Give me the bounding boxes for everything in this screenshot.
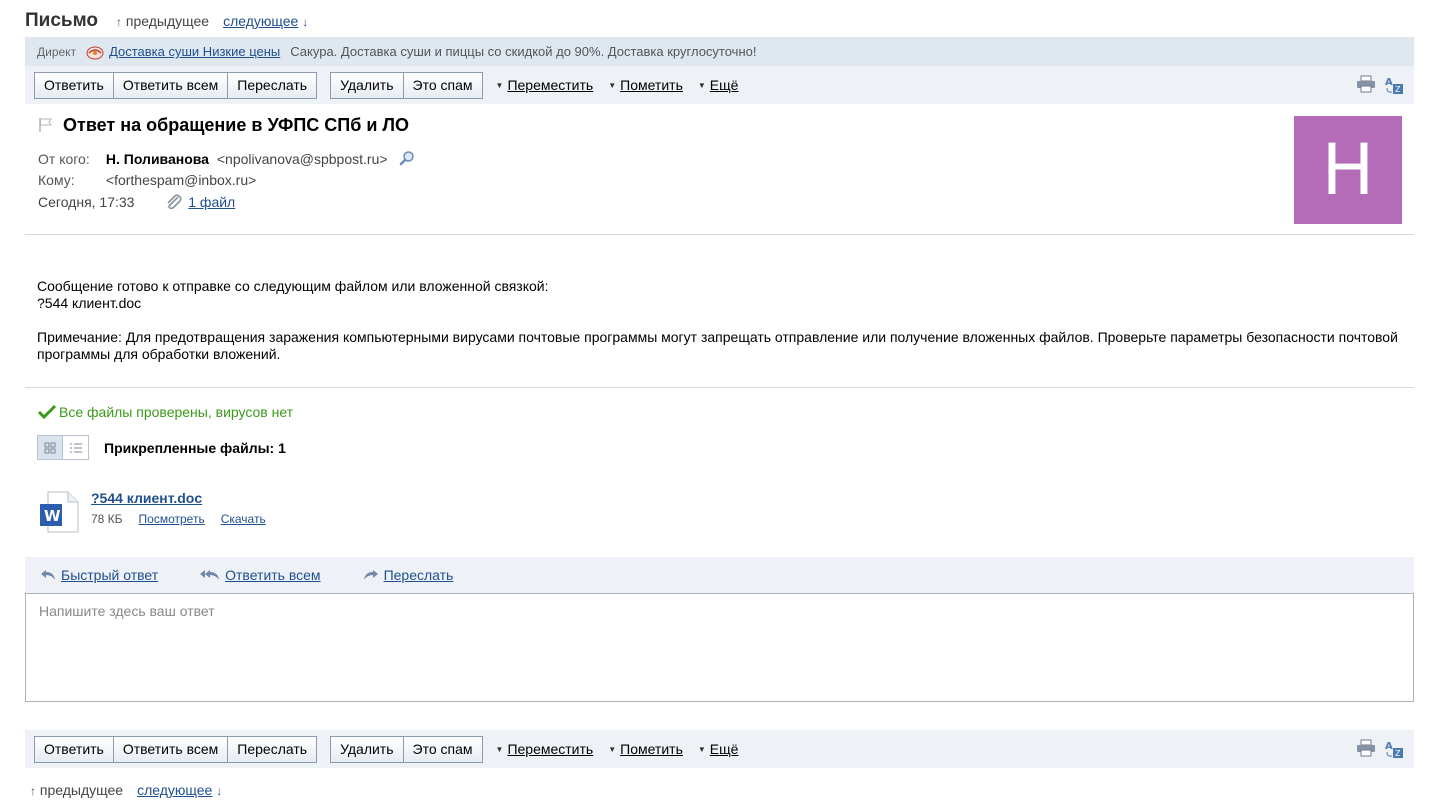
svg-text:Z: Z [1395,749,1401,758]
checkmark-icon [38,404,56,420]
next-message-link[interactable]: следующее ↓ [223,13,308,29]
attachment-view-link[interactable]: Посмотреть [139,512,205,526]
more-dropdown[interactable]: ▼ Ещё [698,741,739,757]
divider [25,387,1414,388]
sender-avatar: Н [1294,116,1402,224]
arrow-down-icon: ↓ [302,15,309,29]
search-icon[interactable] [399,150,415,166]
to-label: Кому: [38,172,75,188]
quick-reply-bar: Быстрый ответ Ответить всем Переслать [25,557,1414,593]
list-view-button[interactable] [63,435,89,460]
to-row: Кому: <forthespam@inbox.ru> [38,172,256,188]
ad-link[interactable]: Доставка суши Низкие цены [109,44,280,59]
sushi-icon [86,46,104,59]
more-dropdown[interactable]: ▼ Ещё [698,77,739,93]
dropdown-triangle-icon: ▼ [697,744,706,754]
attached-files-title: Прикрепленные файлы: 1 [104,440,286,456]
sender-email[interactable]: <npolivanova@spbpost.ru> [217,151,388,167]
dropdown-triangle-icon: ▼ [697,80,706,90]
forward-button[interactable]: Переслать [228,735,318,763]
date-row: Сегодня, 17:33 1 файл [38,194,235,210]
quick-reply-all-link[interactable]: Ответить всем [200,567,321,583]
move-dropdown[interactable]: ▼ Переместить [496,741,594,757]
translate-icon[interactable]: AZ [1384,75,1404,95]
prev-message-link[interactable]: ↑ предыдущее [30,782,123,798]
forward-button[interactable]: Переслать [228,71,318,99]
from-label: От кого: [38,151,90,167]
reply-all-arrow-icon [200,570,220,580]
reply-textarea[interactable] [25,593,1414,702]
reply-button-group: Ответить Ответить всем Переслать [34,735,318,763]
prev-message-link[interactable]: ↑ предыдущее [116,13,209,29]
delete-button[interactable]: Удалить [330,71,404,99]
mark-dropdown[interactable]: ▼ Пометить [608,741,683,757]
reply-button[interactable]: Ответить [34,71,114,99]
attachment-item: W ?544 клиент.doc 78 КБ Посмотреть Скача… [38,490,266,534]
dropdown-triangle-icon: ▼ [495,80,504,90]
mark-dropdown[interactable]: ▼ Пометить [608,77,683,93]
direct-ad-bar: Директ Доставка суши Низкие цены Сакура.… [25,37,1414,66]
grid-view-button[interactable] [37,435,63,460]
body-line: Сообщение готово к отправке со следующим… [37,278,549,294]
quick-forward-link[interactable]: Переслать [363,567,453,583]
message-body: Сообщение готово к отправке со следующим… [37,278,1407,380]
spam-button[interactable]: Это спам [403,735,483,763]
arrow-up-icon: ↑ [116,15,122,29]
reply-all-button[interactable]: Ответить всем [113,735,229,763]
svg-text:A: A [1385,77,1393,88]
message-date: Сегодня, 17:33 [38,194,135,210]
ad-text: Сакура. Доставка суши и пиццы со скидкой… [290,44,757,59]
reply-button[interactable]: Ответить [34,735,114,763]
attachment-download-link[interactable]: Скачать [221,512,266,526]
list-icon [69,443,82,452]
attachments-jump-link[interactable]: 1 файл [164,194,235,210]
print-icon[interactable] [1356,739,1376,757]
dropdown-triangle-icon: ▼ [608,80,617,90]
attachment-size: 78 КБ [91,512,123,526]
quick-reply-link[interactable]: Быстрый ответ [40,567,158,583]
next-message-link[interactable]: следующее ↓ [137,782,222,798]
svg-text:A: A [1385,741,1393,752]
from-row: От кого: Н. Поливанова <npolivanova@spbp… [38,150,415,167]
top-toolbar: Ответить Ответить всем Переслать Удалить… [25,66,1414,104]
delete-button-group: Удалить Это спам [330,71,483,99]
paperclip-icon [167,194,182,210]
reply-button-group: Ответить Ответить всем Переслать [34,71,318,99]
flag-icon[interactable] [38,117,54,133]
page-title: Письмо [25,10,98,31]
spam-button[interactable]: Это спам [403,71,483,99]
attachment-filename-link[interactable]: ?544 клиент.doc [91,490,266,506]
message-subject: Ответ на обращение в УФПС СПб и ЛО [63,115,410,135]
body-filename: ?544 клиент.doc [37,295,142,311]
svg-text:W: W [44,507,61,525]
translate-icon[interactable]: AZ [1384,739,1404,759]
body-note: Примечание: Для предотвращения заражения… [37,329,1398,362]
reply-arrow-icon [41,570,55,580]
svg-text:Z: Z [1395,85,1401,94]
move-dropdown[interactable]: ▼ Переместить [496,77,594,93]
delete-button[interactable]: Удалить [330,735,404,763]
word-document-icon[interactable]: W [38,490,82,534]
arrow-down-icon: ↓ [216,784,223,798]
page-header: Письмо ↑ предыдущее следующее ↓ [25,8,308,34]
grid-icon [44,442,56,453]
print-icon[interactable] [1356,75,1376,93]
attachment-view-toggle [37,435,89,460]
forward-arrow-icon [363,570,378,580]
dropdown-triangle-icon: ▼ [608,744,617,754]
message-header: Ответ на обращение в УФПС СПб и ЛО От ко… [25,105,1414,235]
footer-nav: ↑ предыдущее следующее ↓ [30,780,222,800]
toolbar-icons: AZ [1356,739,1404,759]
sender-name[interactable]: Н. Поливанова [106,151,209,167]
reply-all-button[interactable]: Ответить всем [113,71,229,99]
recipient-email[interactable]: <forthespam@inbox.ru> [106,172,256,188]
delete-button-group: Удалить Это спам [330,735,483,763]
virus-check-status: Все файлы проверены, вирусов нет [38,404,293,420]
dropdown-triangle-icon: ▼ [495,744,504,754]
toolbar-icons: AZ [1356,75,1404,95]
arrow-up-icon: ↑ [30,784,36,798]
ad-label: Директ [37,44,77,59]
bottom-toolbar: Ответить Ответить всем Переслать Удалить… [25,730,1414,768]
